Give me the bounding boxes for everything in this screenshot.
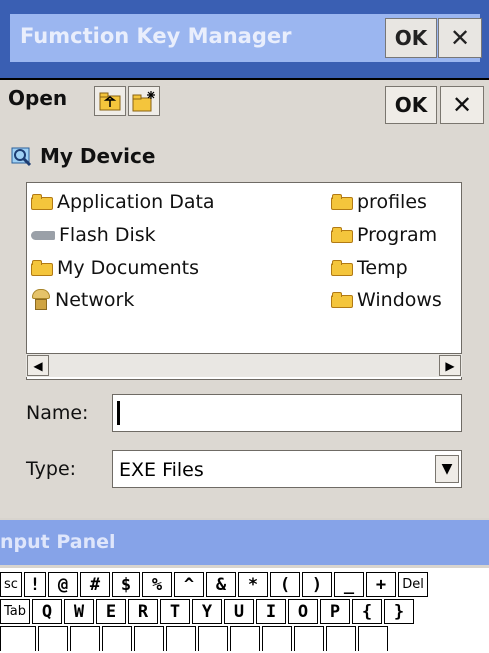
- key[interactable]: Del: [398, 572, 428, 597]
- key[interactable]: I: [256, 599, 286, 624]
- key-partial[interactable]: [0, 626, 36, 651]
- key[interactable]: @: [48, 572, 78, 597]
- key-partial[interactable]: [326, 626, 356, 651]
- key[interactable]: ^: [174, 572, 204, 597]
- name-input[interactable]: [112, 394, 462, 432]
- text-caret: [117, 401, 120, 425]
- scroll-right-button[interactable]: ▶: [439, 355, 461, 376]
- soft-keyboard: sc ! @ # $ % ^ & * ( ) _ + Del Tab Q W E…: [0, 568, 489, 653]
- key-partial[interactable]: [38, 626, 68, 651]
- folder-icon: [331, 292, 353, 308]
- file-list[interactable]: Application Data Flash Disk My Documents…: [26, 182, 462, 380]
- key[interactable]: U: [224, 599, 254, 624]
- open-dialog: Open OK ✕ My Device Application Data Fla…: [0, 78, 489, 518]
- folder-icon: [331, 194, 353, 210]
- dialog-ok-button[interactable]: OK: [385, 86, 437, 124]
- location-label: My Device: [40, 144, 156, 168]
- key[interactable]: O: [288, 599, 318, 624]
- key-partial[interactable]: [166, 626, 196, 651]
- screen: Fumction Key Manager OK ✕ Open OK ✕ My D…: [0, 0, 489, 653]
- list-item-label: Program: [357, 224, 438, 246]
- background-ok-button[interactable]: OK: [385, 18, 437, 58]
- key-partial[interactable]: [70, 626, 100, 651]
- key-partial[interactable]: [262, 626, 292, 651]
- key[interactable]: P: [320, 599, 350, 624]
- key[interactable]: {: [352, 599, 382, 624]
- key[interactable]: Y: [192, 599, 222, 624]
- list-item-label: Temp: [357, 257, 408, 279]
- horizontal-scrollbar[interactable]: ◀ ▶: [26, 353, 462, 377]
- list-item[interactable]: Program: [331, 224, 437, 246]
- key[interactable]: !: [24, 572, 46, 597]
- up-folder-icon: [99, 92, 121, 111]
- list-item[interactable]: Temp: [331, 257, 408, 279]
- list-item[interactable]: My Documents: [31, 257, 199, 279]
- list-item[interactable]: Windows: [331, 289, 442, 311]
- type-label: Type:: [26, 458, 77, 480]
- location-bar: My Device: [10, 144, 155, 168]
- folder-icon: [331, 227, 353, 243]
- key-partial[interactable]: [294, 626, 324, 651]
- network-icon: [31, 289, 51, 311]
- list-item[interactable]: profiles: [331, 191, 427, 213]
- key[interactable]: R: [128, 599, 158, 624]
- new-folder-button[interactable]: [128, 86, 160, 116]
- key[interactable]: (: [270, 572, 300, 597]
- key[interactable]: +: [366, 572, 396, 597]
- list-item-label: Windows: [357, 289, 442, 311]
- key[interactable]: }: [384, 599, 414, 624]
- list-item-label: My Documents: [57, 257, 200, 279]
- key[interactable]: W: [64, 599, 94, 624]
- folder-icon: [31, 260, 53, 276]
- type-dropdown[interactable]: EXE Files ▼: [112, 450, 462, 488]
- input-panel-title: nput Panel: [0, 531, 116, 553]
- dialog-close-button[interactable]: ✕: [440, 86, 484, 124]
- key[interactable]: _: [334, 572, 364, 597]
- chevron-down-icon: ▼: [441, 461, 453, 477]
- key-partial[interactable]: [134, 626, 164, 651]
- dropdown-button[interactable]: ▼: [435, 455, 459, 483]
- key[interactable]: #: [80, 572, 110, 597]
- key-partial[interactable]: [198, 626, 228, 651]
- key-partial[interactable]: [102, 626, 132, 651]
- new-folder-icon: [132, 91, 155, 112]
- list-item-label: profiles: [357, 191, 427, 213]
- list-item[interactable]: Application Data: [31, 191, 215, 213]
- key[interactable]: Q: [32, 599, 62, 624]
- list-item-label: Flash Disk: [59, 224, 156, 246]
- scroll-left-button[interactable]: ◀: [27, 355, 49, 376]
- key[interactable]: &: [206, 572, 236, 597]
- type-dropdown-value: EXE Files: [119, 459, 204, 481]
- list-item-label: Network: [55, 289, 135, 311]
- key[interactable]: ): [302, 572, 332, 597]
- my-device-icon: [11, 147, 32, 167]
- background-window-title: Fumction Key Manager: [20, 24, 292, 48]
- arrow-right-icon: ▶: [445, 358, 455, 373]
- key-partial[interactable]: [230, 626, 260, 651]
- name-label: Name:: [26, 402, 89, 424]
- arrow-left-icon: ◀: [33, 358, 43, 373]
- folder-icon: [331, 260, 353, 276]
- folder-icon: [31, 194, 53, 210]
- key[interactable]: T: [160, 599, 190, 624]
- list-item-label: Application Data: [57, 191, 215, 213]
- key[interactable]: sc: [0, 572, 22, 597]
- key[interactable]: %: [142, 572, 172, 597]
- key[interactable]: Tab: [0, 599, 30, 624]
- list-item[interactable]: Network: [31, 289, 134, 311]
- key[interactable]: $: [112, 572, 140, 597]
- key-partial[interactable]: [358, 626, 388, 651]
- key[interactable]: *: [238, 572, 268, 597]
- disk-icon: [31, 228, 55, 242]
- key[interactable]: E: [96, 599, 126, 624]
- background-close-button[interactable]: ✕: [438, 18, 482, 58]
- list-item[interactable]: Flash Disk: [31, 224, 156, 246]
- dialog-title: Open: [8, 86, 68, 110]
- up-folder-button[interactable]: [94, 86, 126, 116]
